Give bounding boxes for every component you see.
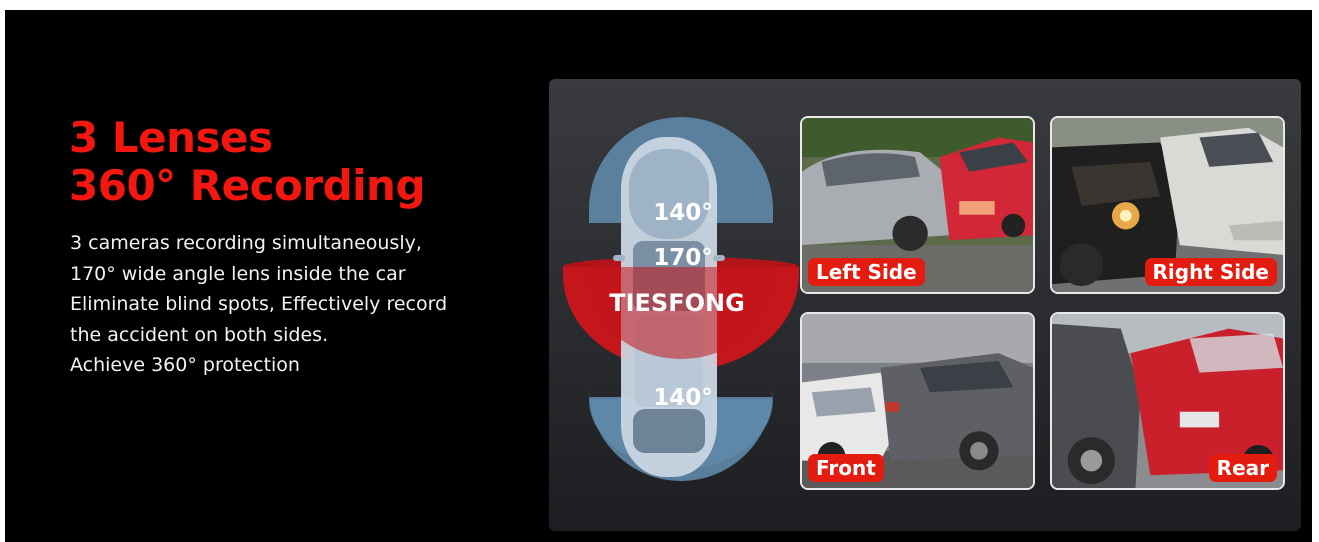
rear-angle-label: 140° [653,385,713,411]
description-line: Achieve 360° protection [70,354,300,376]
description-line: 170° wide angle lens inside the car [70,262,406,285]
view-label: Front [808,454,884,482]
front-angle-label: 140° [653,200,713,226]
headline: 3 Lenses 360° Recording [69,113,426,210]
car-coverage-diagram: 140° 170° TIESFONG 140° [563,117,799,481]
rear-view: Rear [1050,312,1285,490]
description-line: 3 cameras recording simultaneously, [70,232,422,254]
front-view: Front [800,312,1035,490]
camera-views-panel: 140° 170° TIESFONG 140° Left Side Right … [549,79,1301,531]
brand-label: TIESFONG [609,289,745,317]
left-side-view: Left Side [800,116,1035,294]
description-line: Eliminate blind spots, Effectively recor… [70,293,448,315]
view-label: Right Side [1144,258,1277,286]
product-banner: 3 Lenses 360° Recording 3 cameras record… [5,10,1312,542]
view-label: Rear [1208,454,1277,482]
feature-description: 3 cameras recording simultaneously, 170°… [70,228,510,381]
headline-line-1: 3 Lenses [69,113,273,162]
view-label: Left Side [808,258,925,286]
description-line: the accident on both sides. [70,323,329,346]
right-side-view: Right Side [1050,116,1285,294]
inside-angle-label: 170° [653,245,713,271]
headline-line-2: 360° Recording [69,161,426,210]
